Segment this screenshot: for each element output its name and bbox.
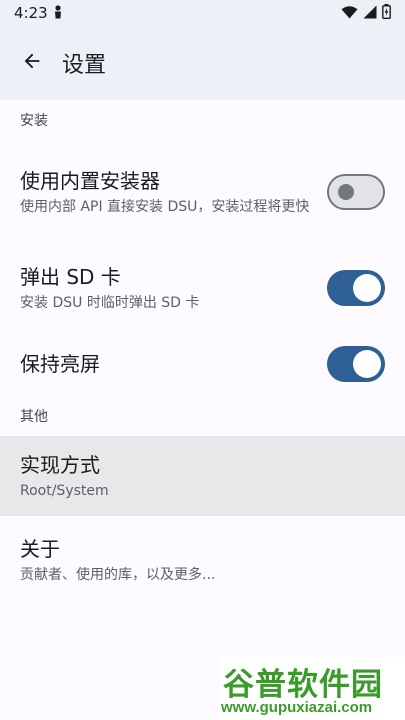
settings-list: 安装 使用内置安装器 使用内部 API 直接安装 DSU，安装过程将更快 弹出 … <box>0 100 405 604</box>
pref-use-builtin-installer[interactable]: 使用内置安装器 使用内部 API 直接安装 DSU，安装过程将更快 <box>0 140 405 244</box>
wifi-icon <box>341 4 358 23</box>
pref-about[interactable]: 关于 贡献者、使用的库，以及更多... <box>0 516 405 604</box>
pref-title: 使用内置安装器 <box>20 169 160 193</box>
pref-keep-screen-on[interactable]: 保持亮屏 <box>0 332 405 396</box>
pref-title: 关于 <box>20 537 60 561</box>
switch-thumb <box>353 274 381 302</box>
pref-summary: 贡献者、使用的库，以及更多... <box>20 567 216 583</box>
pref-text: 实现方式 Root/System <box>20 451 385 501</box>
pref-summary: Root/System <box>20 483 109 499</box>
signal-icon <box>363 4 377 23</box>
app-bar: 设置 <box>0 26 405 100</box>
section-header-install: 安装 <box>20 113 48 129</box>
pref-title: 保持亮屏 <box>20 352 100 376</box>
battery-icon <box>382 3 391 23</box>
pref-summary: 使用内部 API 直接安装 DSU，安装过程将更快 <box>20 199 310 215</box>
watermark-logo: 谷普软件园 www.gupuxiazai.com <box>219 657 405 720</box>
back-button[interactable] <box>12 43 52 83</box>
pref-text: 弹出 SD 卡 安装 DSU 时临时弹出 SD 卡 <box>20 263 311 313</box>
watermark-title: 谷普软件园 <box>223 667 383 703</box>
builtin-installer-switch[interactable] <box>327 174 385 210</box>
status-time: 4:23 <box>14 4 48 22</box>
watermark-url: www.gupuxiazai.com <box>221 699 373 716</box>
status-icons <box>341 3 391 23</box>
pref-text: 关于 贡献者、使用的库，以及更多... <box>20 535 385 585</box>
eject-sd-switch[interactable] <box>327 270 385 306</box>
arrow-left-icon <box>21 50 43 76</box>
status-bar: 4:23 <box>0 0 405 26</box>
section-header-other: 其他 <box>20 409 48 425</box>
switch-thumb <box>353 350 381 378</box>
pref-text: 使用内置安装器 使用内部 API 直接安装 DSU，安装过程将更快 <box>20 167 311 217</box>
pref-implementation[interactable]: 实现方式 Root/System <box>0 436 405 516</box>
pref-text: 保持亮屏 <box>20 350 311 378</box>
pref-summary: 安装 DSU 时临时弹出 SD 卡 <box>20 295 200 311</box>
pref-title: 弹出 SD 卡 <box>20 265 121 289</box>
switch-thumb <box>338 184 354 200</box>
pref-eject-sd[interactable]: 弹出 SD 卡 安装 DSU 时临时弹出 SD 卡 <box>0 244 405 332</box>
keep-screen-on-switch[interactable] <box>327 346 385 382</box>
page-title: 设置 <box>62 53 107 78</box>
pref-title: 实现方式 <box>20 453 100 477</box>
person-icon <box>54 4 62 23</box>
